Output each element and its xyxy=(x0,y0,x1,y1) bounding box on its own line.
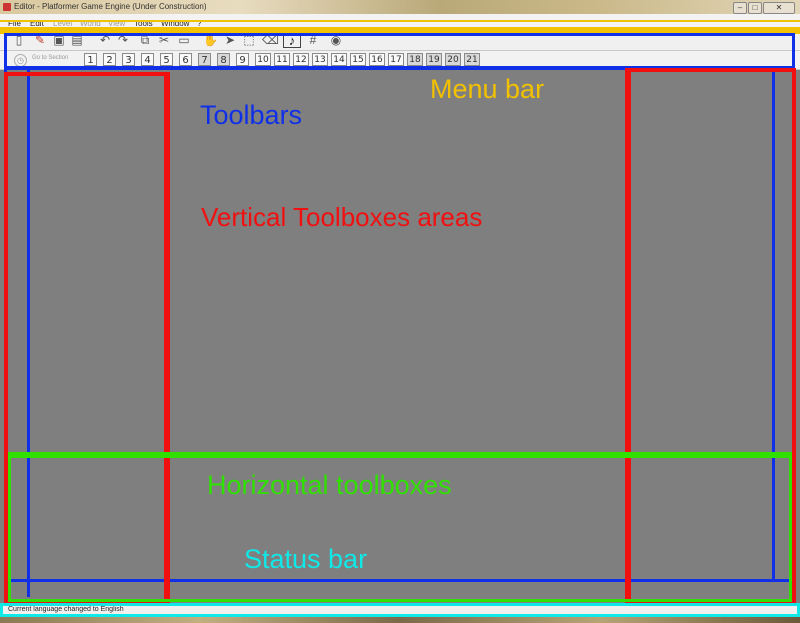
title-bar: Editor - Platformer Game Engine (Under C… xyxy=(0,0,800,14)
camera-icon[interactable]: ◉ xyxy=(329,34,343,47)
save-all-icon[interactable]: ▤ xyxy=(70,34,84,47)
toolbars-annotation-label: Toolbars xyxy=(200,100,303,130)
cut-icon[interactable]: ✂ xyxy=(157,34,171,47)
section-button-15[interactable]: 15 xyxy=(350,53,366,66)
section-button-5[interactable]: 5 xyxy=(160,53,173,66)
save-icon[interactable]: ▣ xyxy=(52,34,66,47)
section-button-20[interactable]: 20 xyxy=(445,53,461,66)
menu-level[interactable]: Level xyxy=(53,19,72,29)
status-bar-annotation-label: Status bar xyxy=(244,544,368,574)
menu-window[interactable]: Window xyxy=(161,19,189,29)
menu-view[interactable]: View xyxy=(108,19,125,29)
section-button-18[interactable]: 18 xyxy=(407,53,423,66)
select-arrow-icon[interactable]: ➤ xyxy=(223,34,237,47)
section-button-4[interactable]: 4 xyxy=(141,53,154,66)
section-button-14[interactable]: 14 xyxy=(331,53,347,66)
section-button-12[interactable]: 12 xyxy=(293,53,309,66)
window-title: Editor - Platformer Game Engine (Under C… xyxy=(14,2,207,11)
copy-icon[interactable]: ⧉ xyxy=(138,34,152,47)
section-button-16[interactable]: 16 xyxy=(369,53,385,66)
section-button-7[interactable]: 7 xyxy=(198,53,211,66)
close-button[interactable]: ✕ xyxy=(763,2,795,14)
section-button-19[interactable]: 19 xyxy=(426,53,442,66)
section-button-10[interactable]: 10 xyxy=(255,53,271,66)
paste-icon[interactable]: ▭ xyxy=(177,34,191,47)
app-icon xyxy=(3,3,11,11)
menu-help[interactable]: ? xyxy=(197,19,201,29)
maximize-button[interactable]: □ xyxy=(748,2,762,14)
section-button-21[interactable]: 21 xyxy=(464,53,480,66)
taskbar-strip xyxy=(0,615,800,623)
grid-icon[interactable]: # xyxy=(306,34,320,47)
section-button-6[interactable]: 6 xyxy=(179,53,192,66)
vertical-toolboxes-annotation-label: Vertical Toolboxes areas xyxy=(201,202,483,232)
open-icon[interactable]: ✎ xyxy=(33,34,47,47)
section-button-17[interactable]: 17 xyxy=(388,53,404,66)
section-button-11[interactable]: 11 xyxy=(274,53,290,66)
undo-icon[interactable]: ↶ xyxy=(98,34,112,47)
menu-bar: File Edit Level World View Tools Window … xyxy=(0,14,800,30)
section-button-3[interactable]: 3 xyxy=(122,53,135,66)
section-toolbar: ◷ Go to Section 1 2 3 4 5 6 7 8 9 10 11 … xyxy=(0,51,800,70)
section-button-2[interactable]: 2 xyxy=(103,53,116,66)
section-button-9[interactable]: 9 xyxy=(236,53,249,66)
menu-file[interactable]: File xyxy=(8,19,21,29)
editor-workspace[interactable] xyxy=(0,70,800,603)
selection-rect-icon[interactable]: ⬚ xyxy=(242,34,256,47)
music-note-icon[interactable]: ♪ xyxy=(283,33,301,48)
goto-section-label: Go to Section xyxy=(32,55,69,61)
main-toolbar: ▯ ✎ ▣ ▤ ↶ ↷ ⧉ ✂ ▭ ✋ ➤ ⬚ ⌫ ♪ # ◉ xyxy=(0,30,800,51)
section-button-8[interactable]: 8 xyxy=(217,53,230,66)
eraser-icon[interactable]: ⌫ xyxy=(262,34,279,47)
section-button-1[interactable]: 1 xyxy=(84,53,97,66)
redo-icon[interactable]: ↷ xyxy=(116,34,130,47)
menu-bar-annotation-label: Menu bar xyxy=(430,74,545,104)
menu-tools[interactable]: Tools xyxy=(134,19,153,29)
menu-world[interactable]: World xyxy=(80,19,101,29)
menu-edit[interactable]: Edit xyxy=(30,19,44,29)
section-button-13[interactable]: 13 xyxy=(312,53,328,66)
hand-icon[interactable]: ✋ xyxy=(203,34,218,47)
horizontal-toolboxes-annotation-label: Horizontal toolboxes xyxy=(207,470,452,500)
new-icon[interactable]: ▯ xyxy=(14,34,24,47)
goto-section-icon[interactable]: ◷ xyxy=(14,54,27,67)
minimize-button[interactable]: – xyxy=(733,2,747,14)
